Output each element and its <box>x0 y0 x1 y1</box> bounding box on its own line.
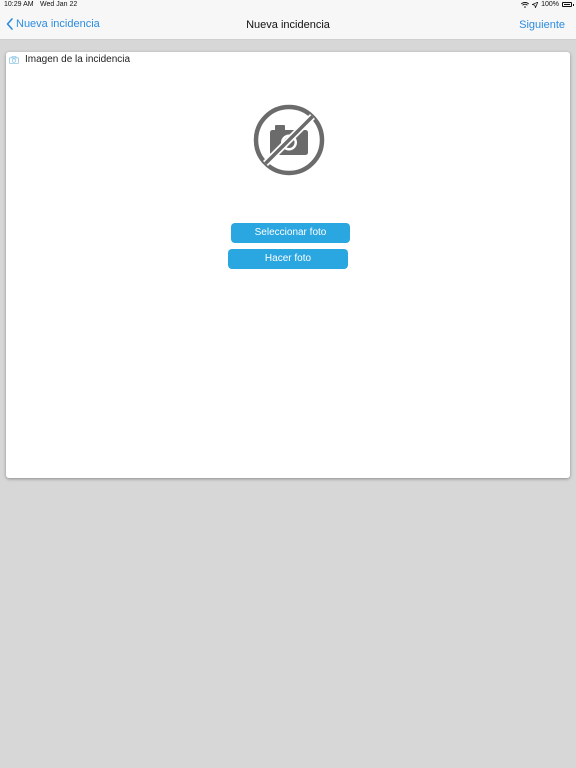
status-bar: 10:29 AM Wed Jan 22 100% <box>0 0 576 11</box>
camera-icon <box>9 55 25 64</box>
card-header-label: Imagen de la incidencia <box>25 54 131 65</box>
no-camera-icon <box>253 104 325 176</box>
select-photo-button[interactable]: Seleccionar foto <box>231 223 350 243</box>
wifi-icon <box>521 1 530 8</box>
card-header: Imagen de la incidencia <box>9 54 130 65</box>
battery-percentage: 100% <box>541 1 559 8</box>
status-time: 10:29 AM <box>4 1 34 8</box>
navigation-bar: Nueva incidencia Nueva incidencia Siguie… <box>0 11 576 40</box>
status-indicators: 100% <box>521 1 574 8</box>
take-photo-button[interactable]: Hacer foto <box>228 249 348 269</box>
incident-image-card: Imagen de la incidencia Seleccionar foto… <box>6 52 570 478</box>
page-title: Nueva incidencia <box>246 19 330 31</box>
location-arrow-icon <box>532 1 539 8</box>
battery-icon <box>562 2 574 7</box>
next-button[interactable]: Siguiente <box>519 19 565 31</box>
status-date: Wed Jan 22 <box>40 1 78 8</box>
